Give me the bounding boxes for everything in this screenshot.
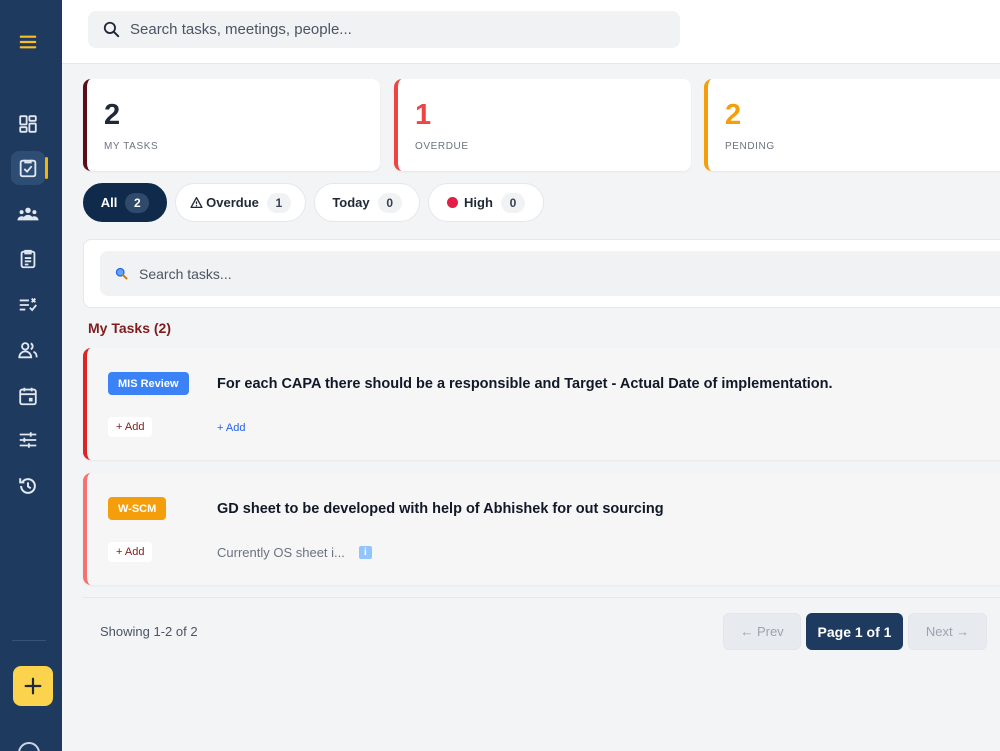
filter-count: 0 <box>377 192 402 213</box>
filter-today[interactable]: Today 0 <box>314 183 420 222</box>
sliders-icon[interactable] <box>11 423 45 457</box>
history-icon[interactable] <box>11 469 45 503</box>
stat-card-overdue[interactable]: 1 OVERDUE <box>394 79 691 171</box>
task-note: Currently OS sheet i... i <box>217 545 372 560</box>
global-search-input[interactable] <box>130 21 650 38</box>
high-priority-dot-icon <box>447 197 459 208</box>
prev-page-button[interactable]: ← Prev <box>723 613 801 650</box>
section-title: My Tasks (2) <box>88 320 171 336</box>
stat-label: OVERDUE <box>415 141 469 152</box>
filter-high[interactable]: High 0 <box>428 183 544 222</box>
filter-label: High <box>464 195 493 210</box>
task-title[interactable]: For each CAPA there should be a responsi… <box>217 376 833 392</box>
plus-icon <box>24 677 42 695</box>
current-page-button[interactable]: Page 1 of 1 <box>806 613 903 650</box>
task-tag: W-SCM <box>108 497 167 520</box>
warning-icon <box>190 196 203 209</box>
stat-label: MY TASKS <box>104 141 159 152</box>
global-search[interactable] <box>88 11 680 48</box>
top-bar <box>62 0 1000 64</box>
menu-icon[interactable] <box>11 25 45 59</box>
quick-add-button[interactable] <box>13 666 53 706</box>
stat-card-my-tasks[interactable]: 2 MY TASKS <box>83 79 380 171</box>
calendar-icon[interactable] <box>11 379 45 413</box>
add-note-link[interactable]: + Add <box>217 422 245 434</box>
filter-all[interactable]: All 2 <box>83 183 167 222</box>
stat-value: 1 <box>415 99 432 131</box>
help-icon[interactable] <box>18 742 40 751</box>
filter-count: 0 <box>500 192 525 213</box>
filter-count: 2 <box>125 192 150 213</box>
sidebar-divider <box>12 640 46 641</box>
stat-card-pending[interactable]: 2 PENDING <box>704 79 1000 171</box>
checklist-icon[interactable] <box>11 288 45 322</box>
clipboard-icon[interactable] <box>11 242 45 276</box>
tasks-icon[interactable] <box>11 151 48 185</box>
stat-value: 2 <box>104 99 121 131</box>
stat-value: 2 <box>725 99 742 131</box>
search-icon <box>103 21 120 38</box>
people-icon[interactable] <box>11 333 45 367</box>
filter-overdue[interactable]: Overdue 1 <box>175 183 306 222</box>
task-card[interactable]: MIS Review + Add For each CAPA there sho… <box>83 348 1000 460</box>
sidebar <box>0 0 62 751</box>
stat-label: PENDING <box>725 141 775 152</box>
task-card[interactable]: W-SCM + Add GD sheet to be developed wit… <box>83 473 1000 585</box>
task-add-button[interactable]: + Add <box>108 417 153 437</box>
task-tag: MIS Review <box>108 372 189 395</box>
filter-label: All <box>100 195 118 210</box>
task-note-text: Currently OS sheet i... <box>217 545 345 560</box>
team-icon[interactable] <box>11 197 45 231</box>
search-icon <box>115 267 128 280</box>
next-page-button[interactable]: Next → <box>908 613 987 650</box>
filter-count: 1 <box>266 192 291 213</box>
task-add-button[interactable]: + Add <box>108 542 153 562</box>
filter-label: Today <box>332 195 370 210</box>
task-title[interactable]: GD sheet to be developed with help of Ab… <box>217 501 664 517</box>
task-search[interactable] <box>100 251 1000 296</box>
dashboard-icon[interactable] <box>11 107 45 141</box>
task-search-input[interactable] <box>139 265 839 282</box>
info-icon[interactable]: i <box>358 546 372 559</box>
showing-count: Showing 1-2 of 2 <box>100 624 198 639</box>
filter-label: Overdue <box>206 195 259 210</box>
pagination-divider <box>83 597 1000 598</box>
task-search-panel <box>83 239 1000 308</box>
